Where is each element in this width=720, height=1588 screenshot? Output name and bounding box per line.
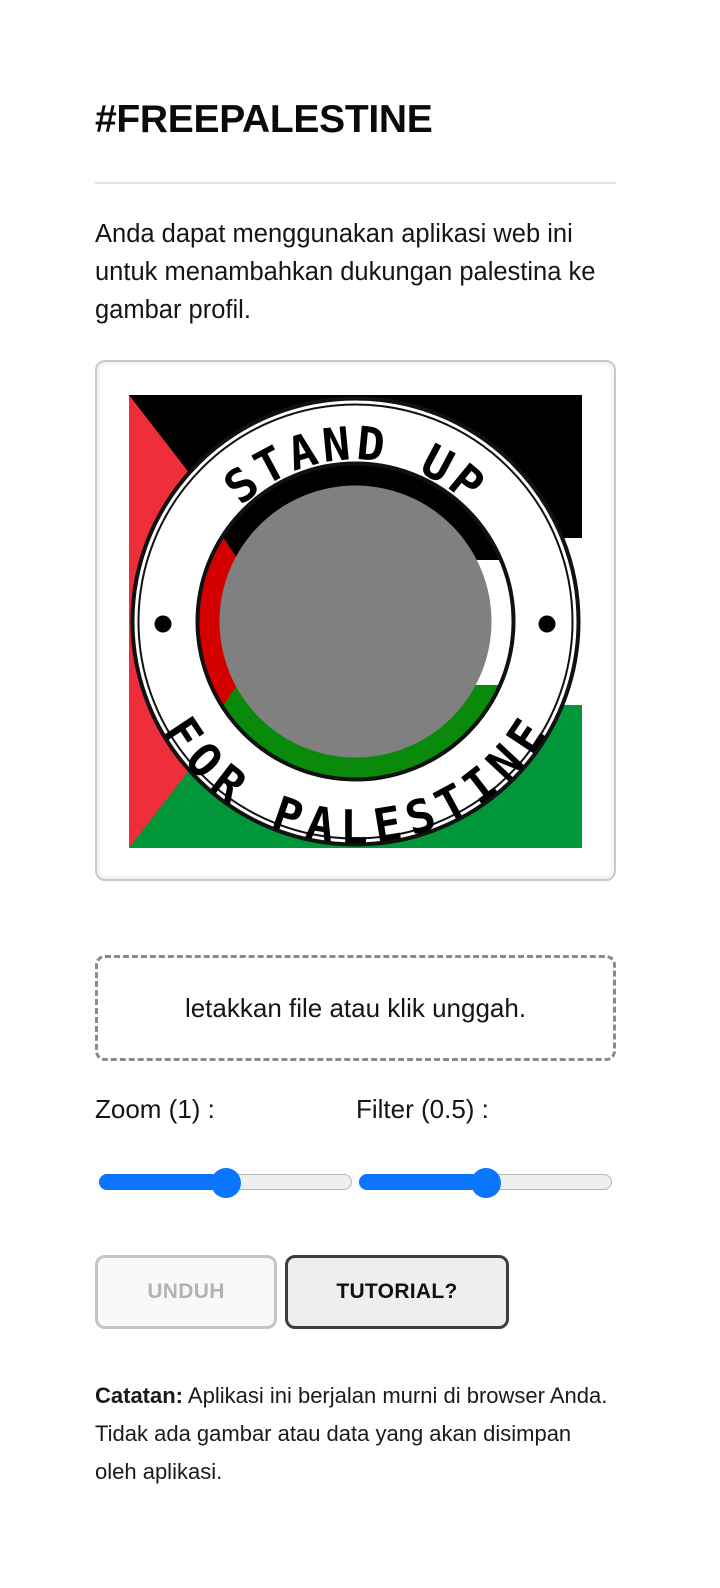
note-label: Catatan: [95, 1383, 184, 1408]
title-divider [95, 182, 616, 184]
filter-label: Filter (0.5) : [356, 1094, 489, 1124]
badge-dot-left [154, 615, 172, 633]
privacy-note: Catatan: Aplikasi ini berjalan murni di … [95, 1377, 616, 1491]
photo-placeholder [219, 485, 492, 758]
zoom-slider-thumb[interactable] [210, 1168, 241, 1198]
zoom-slider[interactable] [99, 1168, 352, 1198]
profile-preview-canvas: STAND UP FOR PALESTINE [129, 395, 582, 848]
zoom-label: Zoom (1) : [95, 1094, 215, 1124]
page-title: #FREEPALESTINE [95, 98, 433, 141]
upload-label: letakkan file atau klik unggah. [184, 992, 527, 1023]
file-upload-dropzone[interactable]: letakkan file atau klik unggah. [95, 955, 616, 1061]
filter-slider[interactable] [359, 1168, 612, 1198]
zoom-slider-fill [99, 1174, 226, 1190]
download-button[interactable]: UNDUH [95, 1255, 277, 1329]
intro-text: Anda dapat menggunakan aplikasi web ini … [95, 220, 596, 324]
filter-slider-fill [359, 1174, 486, 1190]
filter-slider-thumb[interactable] [470, 1168, 501, 1198]
badge-dot-right [538, 615, 556, 633]
tutorial-button[interactable]: TUTORIAL? [285, 1255, 509, 1329]
profile-preview-frame: STAND UP FOR PALESTINE [95, 360, 616, 881]
